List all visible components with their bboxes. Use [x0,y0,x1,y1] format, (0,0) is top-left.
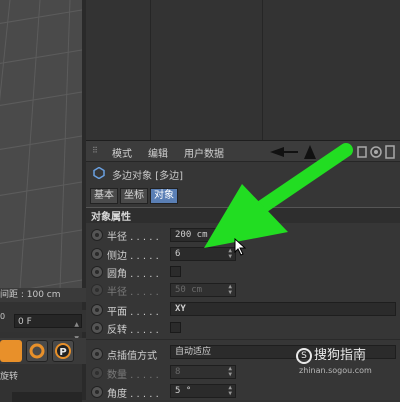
grid-spacing-label: 间距 : 100 cm [0,288,86,302]
fillet-radius-anim-toggle[interactable] [91,284,103,296]
interp-label: 点插值方式 [107,351,157,362]
record-tool-button[interactable] [26,340,48,362]
fillet-anim-toggle[interactable] [91,266,103,278]
watermark-url: zhinan.sogou.com [299,366,372,375]
plane-label: 平面 . . . . . [107,307,159,318]
fillet-radius-label: 半径 . . . . . [107,287,159,298]
spinner-icon[interactable]: ▲▼ [228,248,232,260]
spinner-icon[interactable]: ▲▼ [228,385,232,397]
rotate-input[interactable] [12,392,82,402]
sogou-logo-icon: S [296,347,312,364]
brick-tool-icon[interactable] [0,340,22,362]
tab-basic[interactable]: 基本 [90,188,118,204]
column-divider [262,0,263,140]
radius-field[interactable]: 200 cm [170,228,236,242]
section-bar [86,207,400,223]
perspective-grid [0,0,82,290]
mouse-cursor-icon [234,238,247,256]
watermark-title: S 搜狗指南 [296,344,366,364]
angle-label: 角度 . . . . . [107,389,159,400]
fillet-label: 圆角 . . . . . [107,269,159,280]
tab-coord[interactable]: 坐标 [120,188,148,204]
angle-anim-toggle[interactable] [91,386,103,398]
new-window-icon [385,145,395,159]
circular-arrow-icon [29,343,45,359]
frame-input[interactable]: 0 F ▲▼ [14,314,82,342]
menu-mode[interactable]: 模式 [112,145,132,160]
up-arrow-icon [304,145,316,159]
spinner-icon[interactable]: ▲▼ [228,284,232,296]
sides-anim-toggle[interactable] [91,248,103,260]
object-title: 多边对象 [多边] [112,171,183,182]
section-title: 对象属性 [91,212,131,223]
attribute-menu-bar: ⠿ 模式 编辑 用户数据 [86,140,400,162]
fillet-checkbox[interactable] [170,266,181,277]
p-key-button[interactable]: P [52,340,74,362]
back-arrow-icon [270,147,284,157]
radius-label: 半径 . . . . . [107,232,159,243]
frame-value: 0 F [18,317,32,327]
polygon-object-icon [93,167,105,179]
column-divider [150,0,151,140]
count-label: 数量 . . . . . [107,370,159,381]
sides-field[interactable]: 6 ▲ ▼ [170,247,236,261]
divider [86,339,400,340]
count-field[interactable]: 8 ▲ ▼ [170,365,236,379]
grip-icon[interactable]: ⠿ [92,146,98,155]
object-manager-panel [86,0,400,140]
plane-select[interactable]: XY [170,302,396,316]
fillet-radius-field[interactable]: 50 cm ▲ ▼ [170,283,236,297]
spinner-icon[interactable]: ▲▼ [228,366,232,378]
reverse-label: 反转 . . . . . [107,325,159,336]
reverse-anim-toggle[interactable] [91,322,103,334]
angle-field[interactable]: 5 ° ▲ ▼ [170,384,236,398]
reverse-checkbox[interactable] [170,322,181,333]
rotate-label: 旋转 [0,372,19,382]
tab-object[interactable]: 对象 [150,188,178,204]
menu-user-data[interactable]: 用户数据 [184,145,224,160]
radius-anim-toggle[interactable] [91,229,103,241]
count-anim-toggle[interactable] [91,367,103,379]
plane-anim-toggle[interactable] [91,304,103,316]
svg-text:P: P [59,347,66,358]
3d-viewport[interactable] [0,0,82,290]
lock-icon [357,146,367,158]
sides-label: 侧边 . . . . . [107,251,159,262]
frame-number: 0 [0,312,6,321]
menu-edit[interactable]: 编辑 [148,145,168,160]
nav-icons [270,145,395,159]
interp-anim-toggle[interactable] [91,348,103,360]
p-icon: P [55,343,71,359]
